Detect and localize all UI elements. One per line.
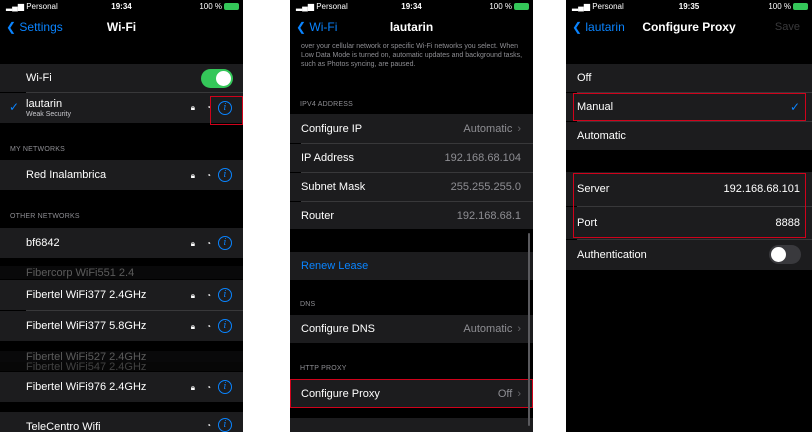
lock-icon: 🔒︎	[190, 322, 195, 331]
info-icon[interactable]: i	[218, 236, 232, 250]
highlight-box	[573, 93, 806, 121]
lock-icon: 🔒︎	[190, 171, 195, 180]
connected-network-row[interactable]: ✓ lautarin Weak Security 🔒︎ ◔ i	[0, 93, 243, 123]
wifi-icon: ◔	[206, 322, 211, 331]
wifi-toggle[interactable]	[201, 69, 233, 88]
info-icon[interactable]: i	[218, 380, 232, 394]
wifi-icon: ◔	[206, 239, 211, 248]
nav-bar: ❮ lautarin Configure Proxy Save	[566, 14, 812, 42]
network-row[interactable]: Red Inalambrica 🔒︎ ◔ i	[0, 160, 243, 190]
wifi-icon: ◔	[206, 383, 211, 392]
row-value: 192.168.68.1	[456, 209, 521, 222]
authentication-toggle[interactable]	[769, 245, 801, 264]
status-bar: ▂▄▆ Personal 19:34 100 %	[0, 0, 243, 14]
lock-icon: 🔒︎	[190, 239, 195, 248]
info-icon[interactable]: i	[218, 288, 232, 302]
row-value: 255.255.255.0	[450, 181, 521, 193]
battery-indicator: 100 %	[489, 2, 529, 11]
info-icon[interactable]: i	[218, 319, 232, 333]
section-header-other-networks: OTHER NETWORKS	[10, 213, 80, 220]
network-name: bf6842	[26, 237, 60, 249]
status-bar: ▂▄▆ Personal 19:34 100 %	[290, 0, 533, 14]
connected-network-security: Weak Security	[26, 111, 71, 118]
network-name: Fibercorp WiFi551 2.4	[26, 266, 135, 279]
page-title: Wi-Fi	[106, 20, 137, 34]
battery-indicator: 100 %	[768, 2, 808, 11]
nav-bar: ❮ Settings Wi-Fi	[0, 14, 243, 42]
network-name: Red Inalambrica	[26, 169, 107, 181]
proxy-option-off[interactable]: Off	[566, 64, 812, 92]
wifi-toggle-row: Wi-Fi	[0, 64, 243, 92]
connected-network-name: lautarin	[26, 98, 63, 110]
info-icon[interactable]: i	[218, 418, 232, 432]
row-label: Configure DNS	[301, 323, 375, 335]
nav-bar: ❮ Wi-Fi lautarin	[290, 14, 533, 36]
network-row[interactable]: bf6842 🔒︎ ◔ i	[0, 228, 243, 258]
section-header-ipv4: IPV4 ADDRESS	[300, 101, 353, 108]
wifi-icon: ◔	[206, 291, 211, 300]
configure-proxy-screen: ▂▄▆ Personal 19:35 100 % ❮ lautarin Conf…	[566, 0, 812, 432]
lock-icon: 🔒︎	[190, 103, 195, 112]
network-row[interactable]: Fibercorp WiFi551 2.4	[0, 266, 243, 279]
row-value: Automatic ›	[463, 323, 521, 335]
section-header-dns: DNS	[300, 301, 316, 308]
section-header-my-networks: MY NETWORKS	[10, 146, 65, 153]
wifi-icon: ◔	[206, 421, 211, 430]
option-label: Off	[577, 72, 592, 84]
router-row: Router 192.168.68.1	[290, 202, 533, 229]
wifi-settings-screen: ▂▄▆ Personal 19:34 100 % ❮ Settings Wi-F…	[0, 0, 243, 432]
network-row[interactable]: Fibertel WiFi377 2.4GHz 🔒︎ ◔ i	[0, 280, 243, 310]
scrollbar[interactable]	[528, 233, 530, 426]
battery-indicator: 100 %	[199, 2, 239, 11]
network-name: Fibertel WiFi976 2.4GHz	[26, 381, 147, 393]
subnet-mask-row: Subnet Mask 255.255.255.0	[290, 173, 533, 201]
wifi-label: Wi-Fi	[26, 72, 52, 84]
chevron-right-icon: ›	[517, 323, 521, 335]
renew-lease-button[interactable]: Renew Lease	[301, 260, 368, 272]
lock-icon: 🔒︎	[190, 383, 195, 392]
configure-ip-row[interactable]: Configure IP Automatic ›	[290, 114, 533, 143]
network-row[interactable]: Fibertel WiFi377 5.8GHz 🔒︎ ◔ i	[0, 311, 243, 341]
network-detail-screen: ▂▄▆ Personal 19:34 100 % ❮ Wi-Fi lautari…	[290, 0, 533, 432]
lock-icon: 🔒︎	[190, 291, 195, 300]
status-bar: ▂▄▆ Personal 19:35 100 %	[566, 0, 812, 14]
highlight-box	[210, 96, 243, 125]
checkmark-icon: ✓	[9, 100, 20, 114]
row-label: Subnet Mask	[301, 181, 366, 193]
battery-icon	[514, 3, 529, 10]
network-row[interactable]: TeleCentro Wifi ◔ i	[0, 412, 243, 432]
configure-dns-row[interactable]: Configure DNS Automatic ›	[290, 315, 533, 343]
network-name: Fibertel WiFi377 2.4GHz	[26, 289, 147, 301]
network-name: TeleCentro Wifi	[26, 421, 101, 432]
authentication-label: Authentication	[577, 249, 647, 261]
info-icon[interactable]: i	[218, 168, 232, 182]
battery-icon	[224, 3, 239, 10]
row-value: 192.168.68.104	[444, 152, 521, 164]
row-label: Router	[301, 209, 335, 222]
chevron-right-icon: ›	[517, 122, 521, 135]
save-button[interactable]: Save	[775, 21, 800, 33]
page-title: lautarin	[389, 20, 434, 34]
battery-icon	[793, 3, 808, 10]
row-label: IP Address	[301, 152, 354, 164]
low-data-mode-note: over your cellular network or specific W…	[301, 43, 523, 68]
network-row[interactable]: Fibertel WiFi976 2.4GHz 🔒︎ ◔ i	[0, 372, 243, 402]
section-header-http-proxy: HTTP PROXY	[300, 365, 347, 372]
network-name: Fibertel WiFi547 2.4GHz	[26, 360, 147, 373]
highlight-box	[573, 173, 806, 238]
highlight-box	[290, 379, 533, 408]
network-name: Fibertel WiFi377 5.8GHz	[26, 320, 147, 332]
option-label: Automatic	[577, 130, 626, 142]
row-label: Configure IP	[301, 122, 363, 135]
row-value: Automatic ›	[463, 122, 521, 135]
partial-row	[290, 418, 533, 432]
authentication-row: Authentication	[566, 240, 812, 270]
network-row[interactable]: Fibertel WiFi547 2.4GHz	[0, 360, 243, 373]
proxy-option-automatic[interactable]: Automatic	[566, 122, 812, 150]
renew-lease-row[interactable]: Renew Lease	[290, 252, 533, 280]
wifi-icon: ◔	[206, 171, 211, 180]
ip-address-row: IP Address 192.168.68.104	[290, 144, 533, 172]
